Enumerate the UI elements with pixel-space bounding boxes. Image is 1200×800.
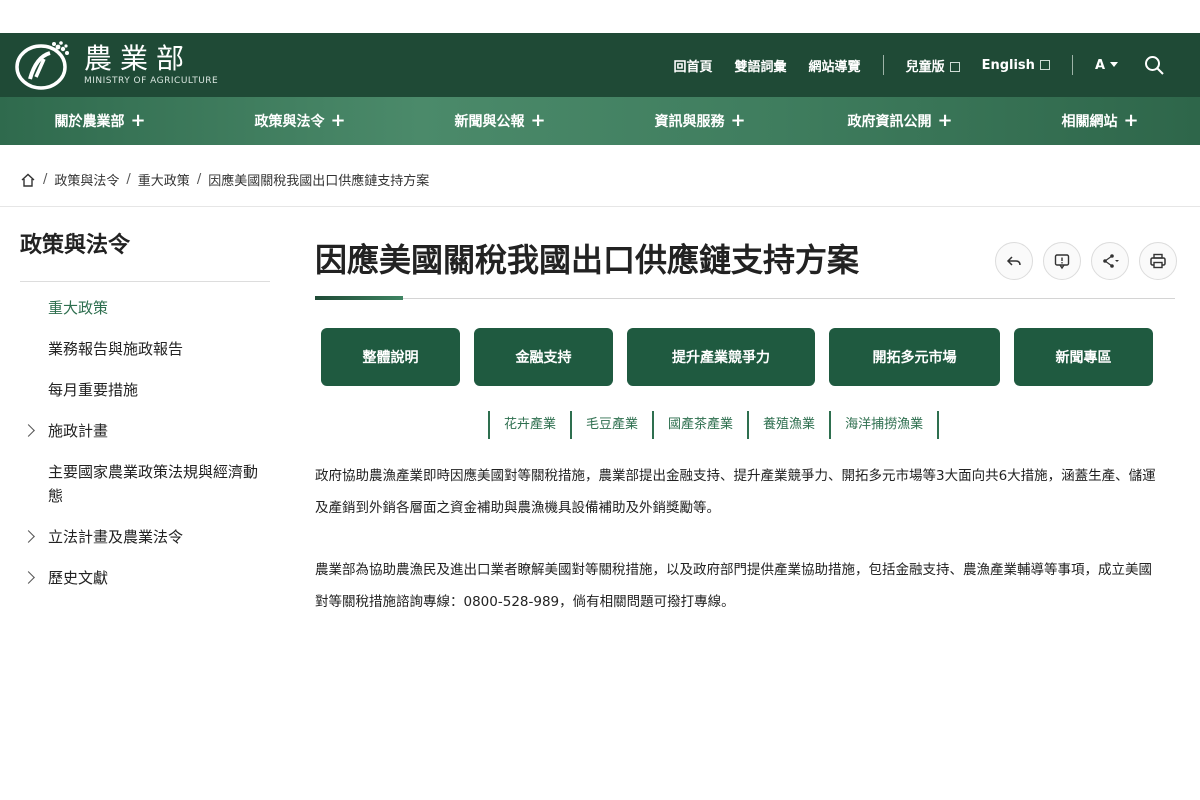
nav-item-policy[interactable]: 政策與法令 + bbox=[200, 97, 400, 145]
home-link[interactable]: 回首頁 bbox=[674, 56, 713, 75]
breadcrumb-current: 因應美國關稅我國出口供應鏈支持方案 bbox=[208, 174, 430, 189]
print-icon bbox=[1150, 253, 1166, 269]
nav-item-related-sites[interactable]: 相關網站 + bbox=[1000, 97, 1200, 145]
nav-item-label: 資訊與服務 bbox=[654, 114, 725, 130]
chevron-right-icon bbox=[22, 530, 35, 543]
feedback-button[interactable] bbox=[1043, 242, 1081, 280]
sidebar-item-major-policy[interactable]: 重大政策 bbox=[20, 296, 270, 320]
chevron-right-icon bbox=[22, 424, 35, 437]
logo-title: 農業部 bbox=[84, 42, 193, 75]
plus-icon: + bbox=[730, 110, 746, 131]
nav-item-open-info[interactable]: 政府資訊公開 + bbox=[800, 97, 1000, 145]
sidebar-menu: 重大政策 業務報告與施政報告 每月重要措施 施政計畫 主要國家農業政策法規與經濟… bbox=[20, 296, 270, 590]
sidebar-item-label: 立法計畫及農業法令 bbox=[48, 528, 184, 546]
divider bbox=[882, 55, 884, 75]
comment-icon bbox=[1054, 254, 1070, 270]
sidebar-item-monthly-measures[interactable]: 每月重要措施 bbox=[20, 378, 270, 402]
plus-icon: + bbox=[130, 110, 146, 131]
nav-item-label: 新聞與公報 bbox=[454, 114, 525, 130]
overview-button[interactable]: 整體說明 bbox=[321, 328, 460, 386]
print-button[interactable] bbox=[1139, 242, 1177, 280]
kids-version-label: 兒童版 bbox=[905, 59, 945, 75]
share-icon bbox=[1103, 254, 1119, 268]
divider bbox=[1071, 55, 1073, 75]
market-expansion-button[interactable]: 開拓多元市場 bbox=[829, 328, 1000, 386]
logo-subtitle: MINISTRY OF AGRICULTURE bbox=[84, 76, 219, 86]
sidebar-title: 政策與法令 bbox=[20, 207, 270, 282]
external-link-icon bbox=[949, 61, 960, 72]
flower-industry-link[interactable]: 花卉產業 bbox=[490, 411, 573, 439]
moa-logo-icon bbox=[15, 41, 69, 90]
share-button[interactable] bbox=[1091, 242, 1129, 280]
plus-icon: + bbox=[1123, 110, 1139, 131]
plus-icon: + bbox=[937, 110, 953, 131]
edamame-industry-link[interactable]: 毛豆產業 bbox=[572, 411, 655, 439]
utility-links: 回首頁 雙語詞彙 網站導覽 兒童版 English A bbox=[652, 33, 1164, 97]
sidebar-item-legislation[interactable]: 立法計畫及農業法令 bbox=[20, 525, 270, 549]
intro-paragraph: 政府協助農漁產業即時因應美國對等關稅措施，農業部提出金融支持、提升產業競爭力、開… bbox=[315, 468, 1156, 516]
sidebar-item-reports[interactable]: 業務報告與施政報告 bbox=[20, 337, 270, 361]
financial-support-button[interactable]: 金融支持 bbox=[474, 328, 613, 386]
plus-icon: + bbox=[330, 110, 346, 131]
font-size-dropdown[interactable]: A bbox=[1095, 58, 1118, 73]
header-bar: 農業部 MINISTRY OF AGRICULTURE 回首頁 雙語詞彙 網站導… bbox=[0, 33, 1200, 97]
nav-item-label: 關於農業部 bbox=[54, 114, 125, 130]
caret-down-icon bbox=[1110, 61, 1118, 67]
back-arrow-icon bbox=[1006, 256, 1021, 266]
breadcrumb-major-policy[interactable]: 重大政策 bbox=[138, 170, 190, 189]
nav-item-about[interactable]: 關於農業部 + bbox=[0, 97, 200, 145]
news-section-button[interactable]: 新聞專區 bbox=[1014, 328, 1153, 386]
chevron-right-icon bbox=[22, 571, 35, 584]
sitemap-link[interactable]: 網站導覽 bbox=[809, 56, 861, 75]
sidebar-item-label: 施政計畫 bbox=[48, 422, 109, 440]
ocean-fishing-link[interactable]: 海洋捕撈漁業 bbox=[831, 411, 940, 439]
industry-links: 花卉產業 毛豆產業 國產茶產業 養殖漁業 海洋捕撈漁業 bbox=[488, 411, 940, 439]
breadcrumb-policy[interactable]: 政策與法令 bbox=[54, 170, 119, 189]
tea-industry-link[interactable]: 國產茶產業 bbox=[654, 411, 750, 439]
breadcrumb-separator: / bbox=[126, 172, 131, 187]
english-label: English bbox=[981, 57, 1035, 73]
hotline-paragraph: 農業部為協助農漁民及進出口業者瞭解美國對等關稅措施，以及政府部門提供產業協助措施… bbox=[315, 562, 1152, 610]
nav-item-label: 政策與法令 bbox=[254, 114, 325, 130]
competitiveness-button[interactable]: 提升產業競爭力 bbox=[627, 328, 815, 386]
sidebar-item-history[interactable]: 歷史文獻 bbox=[20, 566, 270, 590]
main-content: 因應美國關稅我國出口供應鏈支持方案 整體說明 金融支持 提升產業競爭力 開拓多元… bbox=[315, 230, 1177, 610]
font-size-label: A bbox=[1094, 57, 1105, 73]
english-link[interactable]: English bbox=[982, 58, 1050, 73]
title-underline bbox=[315, 296, 1177, 300]
topic-buttons: 整體說明 金融支持 提升產業競爭力 開拓多元市場 新聞專區 bbox=[321, 328, 1153, 386]
glossary-link[interactable]: 雙語詞彙 bbox=[735, 56, 787, 75]
sidebar: 政策與法令 重大政策 業務報告與施政報告 每月重要措施 施政計畫 主要國家農業政… bbox=[20, 207, 270, 607]
sidebar-item-label: 歷史文獻 bbox=[48, 569, 109, 587]
search-icon[interactable] bbox=[1144, 55, 1164, 75]
kids-version-link[interactable]: 兒童版 bbox=[906, 56, 960, 75]
sidebar-item-plans[interactable]: 施政計畫 bbox=[20, 419, 270, 443]
breadcrumb-separator: / bbox=[43, 172, 48, 187]
sidebar-item-foreign-policy[interactable]: 主要國家農業政策法規與經濟動態 bbox=[20, 460, 270, 508]
external-link-icon bbox=[1039, 59, 1050, 70]
main-nav: 關於農業部 + 政策與法令 + 新聞與公報 + 資訊與服務 + 政府資訊公開 + 相關網站… bbox=[0, 97, 1200, 145]
nav-item-news[interactable]: 新聞與公報 + bbox=[400, 97, 600, 145]
breadcrumb: / 政策與法令 / 重大政策 / 因應美國關稅我國出口供應鏈支持方案 bbox=[20, 170, 429, 189]
nav-item-services[interactable]: 資訊與服務 + bbox=[600, 97, 800, 145]
back-button[interactable] bbox=[995, 242, 1033, 280]
home-icon[interactable] bbox=[20, 172, 36, 188]
breadcrumb-separator: / bbox=[196, 172, 202, 187]
plus-icon: + bbox=[530, 110, 546, 131]
site-logo[interactable]: 農業部 MINISTRY OF AGRICULTURE bbox=[14, 39, 218, 91]
aquaculture-link[interactable]: 養殖漁業 bbox=[749, 411, 832, 439]
nav-item-label: 政府資訊公開 bbox=[847, 114, 932, 130]
page-tools bbox=[985, 242, 1177, 280]
nav-item-label: 相關網站 bbox=[1061, 114, 1118, 130]
